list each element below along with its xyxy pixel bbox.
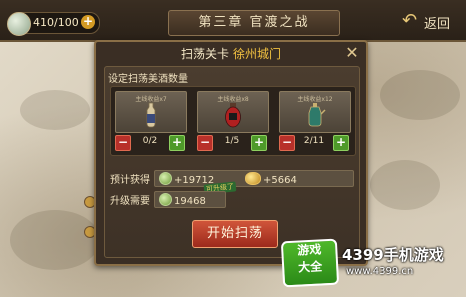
stamina-value: 410/100 [33, 16, 79, 29]
wine-slot: 主线收益x12 − 2/11 + [279, 91, 351, 151]
dialog-title-text: 扫荡关卡 [180, 47, 229, 61]
increase-button[interactable]: + [169, 135, 185, 151]
wine-card[interactable]: 主线收益x12 [279, 91, 351, 133]
quantity-stepper: − 0/2 + [115, 135, 185, 151]
wine-slot: 主线收益x7 − 0/2 + [115, 91, 187, 151]
wine-card[interactable]: 主线收益x8 [197, 91, 269, 133]
urn-icon [225, 103, 241, 128]
decrease-button[interactable]: − [197, 135, 213, 151]
wine-slot: 主线收益x8 − 1/5 + [197, 91, 269, 151]
section-label: 设定扫荡美酒数量 [108, 74, 188, 85]
city-name: 徐州城门 [233, 47, 282, 61]
wine-count: 0/2 [142, 136, 158, 146]
expected-bar: +19712 +5664 [154, 170, 354, 187]
dialog-title: 扫荡关卡 徐州城门 [96, 44, 366, 64]
chapter-title: 第三章 官渡之战 [168, 10, 340, 36]
increase-button[interactable]: + [251, 135, 267, 151]
upgrade-label: 升级需要 [110, 196, 150, 207]
back-button[interactable]: ↶ 返回 [402, 10, 460, 34]
upgrade-value: 19468 [159, 193, 206, 207]
decrease-button[interactable]: − [279, 135, 295, 151]
exp-icon [159, 172, 172, 185]
watermark-url: www.4399.cn [346, 266, 414, 277]
top-bar: 410/100 + 第三章 官渡之战 ↶ 返回 [0, 0, 466, 42]
wine-count: 1/5 [224, 136, 240, 146]
increase-button[interactable]: + [333, 135, 349, 151]
gold-reward: +5664 [245, 172, 297, 186]
close-icon[interactable]: ✕ [343, 44, 361, 62]
add-stamina-button[interactable]: + [81, 15, 95, 29]
quantity-stepper: − 1/5 + [197, 135, 267, 151]
watermark-site: 4399手机游戏 [342, 246, 444, 264]
quantity-stepper: − 2/11 + [279, 135, 349, 151]
back-label: 返回 [424, 17, 451, 32]
upgrade-row: 升级需要 19468 [110, 191, 354, 208]
teapot-icon [308, 103, 326, 127]
expected-label: 预计获得 [110, 175, 150, 186]
start-sweep-button[interactable]: 开始扫荡 [192, 220, 278, 248]
gold-icon [245, 172, 261, 185]
stamina-counter: 410/100 + [7, 12, 100, 36]
watermark-logo: 游戏 大全 [280, 238, 340, 288]
wine-slots: 主线收益x7 − 0/2 + 主线收益x8 − 1/5 + 主线收益x12 − … [110, 86, 356, 156]
decrease-button[interactable]: − [115, 135, 131, 151]
back-arrow-icon: ↶ [402, 10, 418, 31]
wine-count: 2/11 [303, 136, 325, 146]
wine-card[interactable]: 主线收益x7 [115, 91, 187, 133]
vase-icon [146, 102, 156, 128]
upgrade-bar: 19468 [154, 191, 226, 208]
jade-icon [7, 12, 31, 36]
exp-icon [159, 193, 172, 206]
sweep-dialog: 扫荡关卡 徐州城门 ✕ 设定扫荡美酒数量 主线收益x7 − 0/2 + 主线收益x… [94, 40, 368, 266]
